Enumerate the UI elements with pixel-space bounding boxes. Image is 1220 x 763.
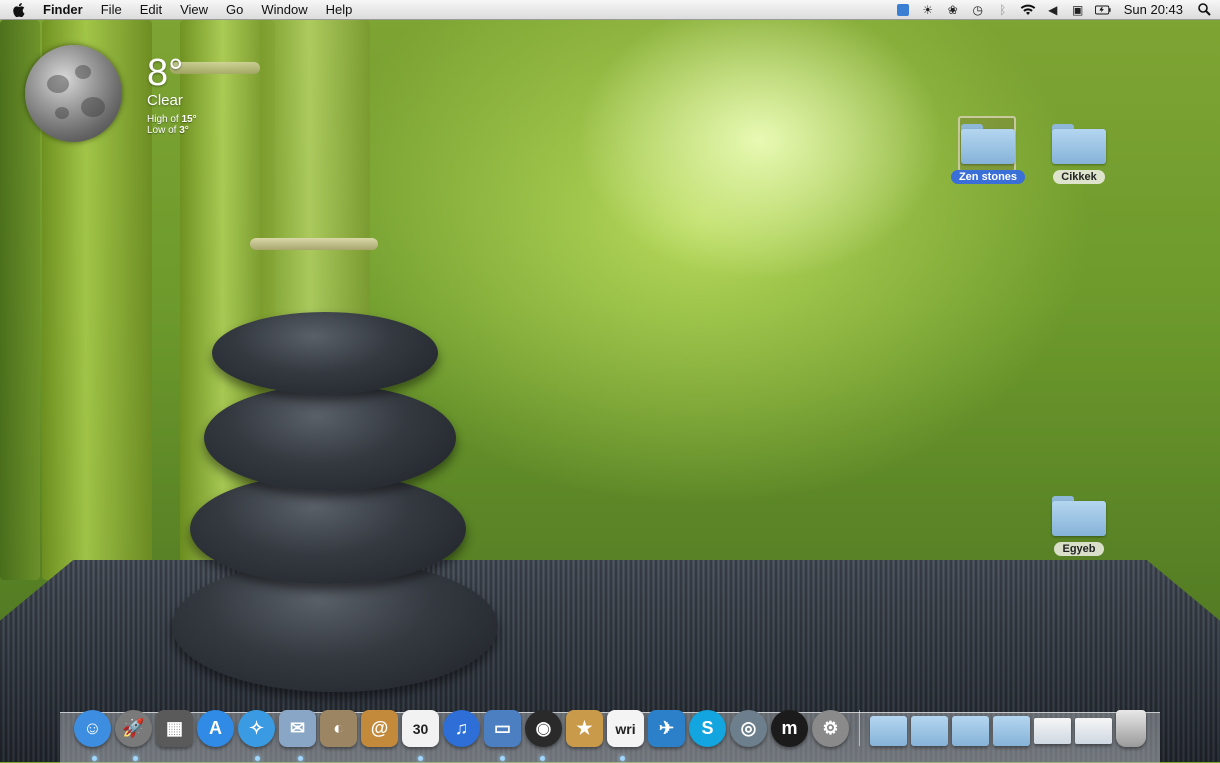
menu-window[interactable]: Window (252, 0, 316, 20)
weather-low-value: 3° (179, 125, 189, 136)
menu-bar: Finder File Edit View Go Window Help ☀ ❀… (0, 0, 1220, 20)
desktop-icon-label: Egyeb (1054, 542, 1104, 556)
weather-low-label: Low of (147, 125, 177, 136)
app-store-icon[interactable]: A (197, 710, 234, 747)
files-folder-icon[interactable] (952, 716, 989, 746)
zen-stone-top (212, 312, 438, 394)
system-preferences-icon[interactable]: ⚙ (812, 710, 849, 747)
running-indicator (620, 756, 625, 761)
calendar-icon[interactable]: 30 (402, 710, 439, 747)
desktop-icon-label: Cikkek (1053, 170, 1105, 184)
folder-icon (961, 124, 1015, 164)
menu-app-name[interactable]: Finder (34, 0, 92, 20)
running-indicator (255, 756, 260, 761)
bluetooth-icon[interactable]: ᛒ (995, 3, 1011, 17)
menu-clock[interactable]: Sun 20:43 (1120, 2, 1187, 17)
mission-control-icon[interactable]: ▦ (156, 710, 193, 747)
folder-icon (1052, 496, 1106, 536)
time-machine-icon[interactable]: ◷ (970, 3, 986, 17)
photo-booth-icon[interactable]: ◉ (525, 710, 562, 747)
desktop-folder-zen-stones[interactable]: Zen stones (948, 124, 1028, 185)
moon-icon (25, 45, 122, 142)
running-indicator (418, 756, 423, 761)
mail-icon[interactable]: ✉ (279, 710, 316, 747)
weather-high-label: High of (147, 114, 179, 125)
menu-help[interactable]: Help (317, 0, 362, 20)
bamboo-node (250, 238, 378, 250)
running-indicator (92, 756, 97, 761)
zen-stone (204, 385, 456, 491)
network-icon[interactable]: ◎ (730, 710, 767, 747)
package-icon[interactable]: ★ (566, 710, 603, 747)
display-icon[interactable]: ▣ (1070, 3, 1086, 17)
menu-view[interactable]: View (171, 0, 217, 20)
running-indicator (500, 756, 505, 761)
documents-folder-icon[interactable] (911, 716, 948, 746)
weather-high: High of 15° (147, 114, 197, 125)
preview-stack-icon[interactable] (1075, 718, 1112, 744)
downloads-folder-icon[interactable] (993, 716, 1030, 746)
folder-icon (1052, 124, 1106, 164)
launchpad-icon[interactable]: 🚀 (115, 710, 152, 747)
menu-edit[interactable]: Edit (131, 0, 171, 20)
skype-icon[interactable]: S (689, 710, 726, 747)
screenshot-stack-icon[interactable] (1034, 718, 1071, 744)
wifi-icon[interactable] (1020, 3, 1036, 17)
applications-folder-icon[interactable] (870, 716, 907, 746)
dock-separator (859, 710, 860, 746)
safari-icon[interactable]: ✧ (238, 710, 275, 747)
dropbox-icon[interactable] (895, 3, 911, 17)
weather-low: Low of 3° (147, 125, 189, 136)
preview-icon[interactable]: ◐ (320, 710, 357, 747)
brightness-icon[interactable]: ☀ (920, 3, 936, 17)
desktop-icon-label: Zen stones (950, 170, 1026, 184)
trash-icon[interactable] (1116, 710, 1146, 747)
apple-icon[interactable] (12, 2, 26, 17)
menu-file[interactable]: File (92, 0, 131, 20)
desktop-folder-cikkek[interactable]: Cikkek (1039, 124, 1119, 185)
itunes-icon[interactable]: ♫ (443, 710, 480, 747)
running-indicator (540, 756, 545, 761)
weather-condition: Clear (147, 92, 183, 109)
weather-high-value: 15° (181, 114, 197, 125)
volume-icon[interactable]: ◀ (1045, 3, 1061, 17)
paw-icon[interactable]: ❀ (945, 3, 961, 17)
weather-temperature: 8° (147, 52, 184, 94)
spotlight-icon[interactable] (1196, 3, 1212, 17)
running-indicator (298, 756, 303, 761)
write-icon[interactable]: wri (607, 710, 644, 747)
battery-icon[interactable] (1094, 3, 1111, 17)
menu-go[interactable]: Go (217, 0, 252, 20)
finder-icon[interactable]: ☺ (74, 710, 111, 747)
contacts-icon[interactable]: @ (361, 710, 398, 747)
bamboo-node (170, 62, 260, 74)
dock-items: ☺ 🚀 ▦ A ✧ ✉ ◐ @30 ♫ ▭ ◉ ★ wri ✈ S ◎ m ⚙ (74, 710, 1146, 747)
desktop-folder-egyeb[interactable]: Egyeb (1039, 496, 1119, 557)
twitter-icon[interactable]: ✈ (648, 710, 685, 747)
m-app-icon[interactable]: m (771, 710, 808, 747)
running-indicator (133, 756, 138, 761)
parallels-icon[interactable]: ▭ (484, 710, 521, 747)
